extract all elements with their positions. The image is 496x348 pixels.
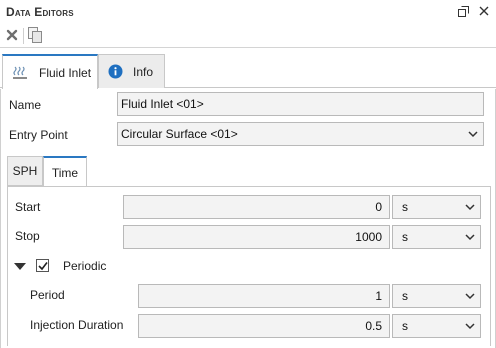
editor-tabs: Fluid Inlet Info [0,54,496,89]
start-field[interactable]: 0 [123,195,390,219]
tab-info[interactable]: Info [98,54,165,88]
start-label: Start [15,200,41,214]
period-field[interactable]: 1 [138,284,390,308]
period-unit-select[interactable]: s [392,284,481,308]
stop-field[interactable]: 1000 [123,225,390,249]
period-label: Period [30,288,65,302]
periodic-checkbox[interactable] [36,259,49,272]
delete-x-icon[interactable] [3,26,21,44]
name-field[interactable]: Fluid Inlet <01> [117,92,484,116]
start-unit-select[interactable]: s [392,195,481,219]
chevron-down-icon [465,234,475,241]
chevron-down-icon [465,204,475,211]
period-unit-value: s [402,289,408,303]
chevron-down-icon [468,131,478,138]
toolbar [0,22,496,48]
restore-icon[interactable] [456,4,470,18]
stop-label: Stop [15,229,40,243]
entry-point-select[interactable]: Circular Surface <01> [117,122,484,146]
stop-unit-select[interactable]: s [392,225,481,249]
toolbar-separator [23,28,24,44]
chevron-down-icon [465,323,475,330]
panel-header: Data Editors [0,0,496,22]
collapse-triangle-icon[interactable] [14,260,26,272]
info-icon [107,64,123,80]
fluid-inlet-editor: Name Fluid Inlet <01> Entry Point Circul… [0,89,496,348]
start-unit-value: s [402,200,408,214]
injection-duration-unit-value: s [402,319,408,333]
injection-duration-field[interactable]: 0.5 [138,314,390,338]
tab-sph[interactable]: SPH [7,156,43,186]
checkmark-icon [37,261,48,270]
entry-point-label: Entry Point [9,128,68,142]
stop-unit-value: s [402,230,408,244]
chevron-down-icon [465,293,475,300]
time-panel: Start 0 s Stop 1000 s Periodic Period 1 … [7,186,491,346]
tab-info-label: Info [133,64,154,79]
copy-icon[interactable] [26,26,44,44]
close-icon[interactable] [477,4,491,18]
tab-fluid-inlet-label: Fluid Inlet [39,65,92,80]
panel-title: Data Editors [6,5,74,19]
periodic-label: Periodic [63,259,107,273]
fluid-inlet-icon [13,65,29,81]
name-label: Name [9,98,42,112]
injection-duration-unit-select[interactable]: s [392,314,481,338]
tab-time[interactable]: Time [43,156,87,187]
tab-fluid-inlet[interactable]: Fluid Inlet [2,54,98,89]
entry-point-value: Circular Surface <01> [121,127,238,141]
injection-duration-label: Injection Duration [30,318,124,332]
